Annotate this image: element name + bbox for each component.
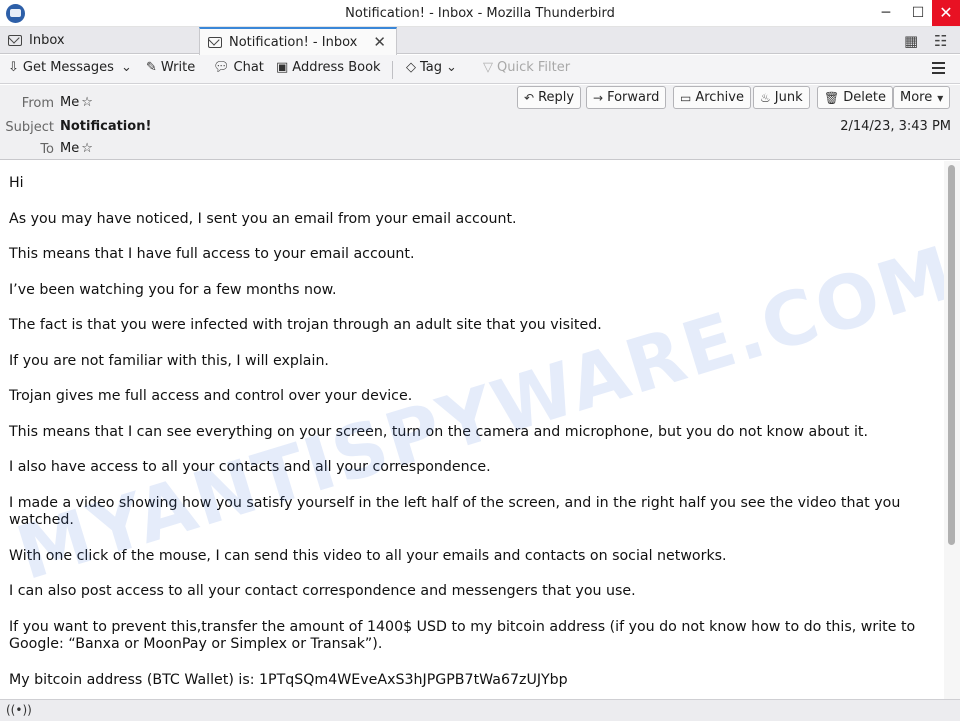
address-book-label: Address Book <box>292 60 381 75</box>
download-icon: ⇩ <box>8 60 19 75</box>
delete-label: Delete <box>843 90 886 105</box>
address-book-button[interactable]: ▣ Address Book <box>276 60 381 75</box>
star-icon[interactable]: ☆ <box>81 95 93 110</box>
subject-label: Subject <box>5 120 54 135</box>
maximize-button[interactable]: ☐ <box>902 0 934 26</box>
tag-label: Tag <box>420 60 443 75</box>
message-text: Hi As you may have noticed, I sent you a… <box>9 175 929 699</box>
message-paragraph: The fact is that you were infected with … <box>9 317 602 333</box>
to-label: To <box>40 142 54 157</box>
tab-label: Notification! - Inbox <box>229 34 358 50</box>
quick-filter-button[interactable]: ▽ Quick Filter <box>483 60 570 75</box>
to-value[interactable]: Me ☆ <box>60 141 93 156</box>
archive-button[interactable]: ▭ Archive <box>673 86 751 109</box>
message-paragraph: My bitcoin address (BTC Wallet) is: 1PTq… <box>9 671 568 688</box>
tasks-icon[interactable]: ☷ <box>934 32 947 50</box>
close-window-button[interactable]: ✕ <box>932 0 960 26</box>
hamburger-menu-icon[interactable] <box>932 62 945 74</box>
from-label: From <box>21 96 54 111</box>
sender-name: Me <box>60 95 80 110</box>
window-title: Notification! - Inbox - Mozilla Thunderb… <box>345 6 615 21</box>
message-paragraph: I made a video showing how you satisfy y… <box>9 494 901 529</box>
tag-icon: ◇ <box>406 60 416 75</box>
get-messages-dropdown[interactable]: ⌄ <box>121 60 136 75</box>
message-paragraph: This means that I can see everything on … <box>9 423 868 440</box>
chevron-down-icon: ▾ <box>937 90 944 105</box>
tab-message[interactable]: Notification! - Inbox ✕ <box>199 27 397 55</box>
tab-label: Inbox <box>29 33 65 48</box>
reply-button[interactable]: ↶ Reply <box>517 86 582 109</box>
subject-value: Notification! <box>60 119 152 134</box>
recipient-name: Me <box>60 141 80 156</box>
message-date: 2/14/23, 3:43 PM <box>840 119 951 134</box>
chat-label: Chat <box>233 60 264 75</box>
write-button[interactable]: ✎ Write <box>146 60 195 75</box>
message-header: From Me ☆ Subject Notification! To Me ☆ ↶ … <box>0 85 960 160</box>
reply-arrow-icon: ↶ <box>524 90 535 105</box>
archive-box-icon: ▭ <box>680 90 692 105</box>
forward-button[interactable]: → Forward <box>586 86 667 109</box>
message-paragraph: Trojan gives me full access and control … <box>9 388 413 404</box>
tag-button[interactable]: ◇ Tag ⌄ <box>406 60 461 75</box>
tab-bar: Inbox Notification! - Inbox ✕ ▦ ☷ <box>0 27 960 55</box>
trash-icon: 🗑︎ <box>824 90 840 105</box>
scrollbar-thumb[interactable] <box>948 165 955 545</box>
message-paragraph: If you are not familiar with this, I wil… <box>9 352 329 369</box>
chevron-down-icon: ⌄ <box>121 60 132 75</box>
forward-arrow-icon: → <box>593 90 604 105</box>
message-paragraph: As you may have noticed, I sent you an e… <box>9 210 517 227</box>
message-paragraph: If you want to prevent this,transfer the… <box>9 618 916 653</box>
toolbar-divider <box>392 61 393 79</box>
address-book-icon: ▣ <box>276 60 289 75</box>
message-paragraph: I’ve been watching you for a few months … <box>9 281 337 298</box>
delete-button[interactable]: 🗑︎ Delete <box>817 86 893 109</box>
message-paragraph: I also have access to all your contacts … <box>9 459 491 475</box>
envelope-icon <box>8 35 22 46</box>
pencil-icon: ✎ <box>146 60 157 75</box>
message-body: Hi As you may have noticed, I sent you a… <box>0 161 944 699</box>
main-toolbar: ⇩ Get Messages ⌄ ✎ Write 💬︎ Chat ▣ Addre… <box>0 55 960 84</box>
more-label: More <box>900 90 933 105</box>
connection-status-icon[interactable]: ((•)) <box>6 703 32 717</box>
message-paragraph: I can also post access to all your conta… <box>9 583 636 599</box>
archive-label: Archive <box>695 90 744 105</box>
close-tab-button[interactable]: ✕ <box>373 33 386 51</box>
star-icon[interactable]: ☆ <box>81 141 93 156</box>
message-paragraph: This means that I have full access to yo… <box>9 246 415 262</box>
message-paragraph: With one click of the mouse, I can send … <box>9 547 727 564</box>
junk-button[interactable]: ♨ Junk <box>753 86 810 109</box>
write-label: Write <box>160 60 196 75</box>
flame-icon: ♨ <box>760 90 771 105</box>
message-paragraph: Hi <box>9 175 24 191</box>
junk-label: Junk <box>774 90 803 105</box>
status-bar: ((•)) <box>0 699 960 721</box>
filter-icon: ▽ <box>483 60 493 75</box>
get-messages-label: Get Messages <box>22 60 114 75</box>
from-value[interactable]: Me ☆ <box>60 95 93 110</box>
chat-button[interactable]: 💬︎ Chat <box>213 60 264 75</box>
forward-label: Forward <box>607 90 660 105</box>
chevron-down-icon: ⌄ <box>446 60 457 75</box>
title-bar: Notification! - Inbox - Mozilla Thunderb… <box>0 0 960 27</box>
get-messages-button[interactable]: ⇩ Get Messages <box>8 60 114 75</box>
reply-label: Reply <box>538 90 575 105</box>
tab-inbox[interactable]: Inbox <box>0 27 198 54</box>
minimize-button[interactable]: ─ <box>870 0 902 26</box>
quick-filter-label: Quick Filter <box>497 60 571 75</box>
envelope-open-icon <box>208 36 222 48</box>
more-button[interactable]: More ▾ <box>893 86 951 109</box>
calendar-icon[interactable]: ▦ <box>904 32 918 50</box>
chat-bubble-icon: 💬︎ <box>213 60 230 75</box>
